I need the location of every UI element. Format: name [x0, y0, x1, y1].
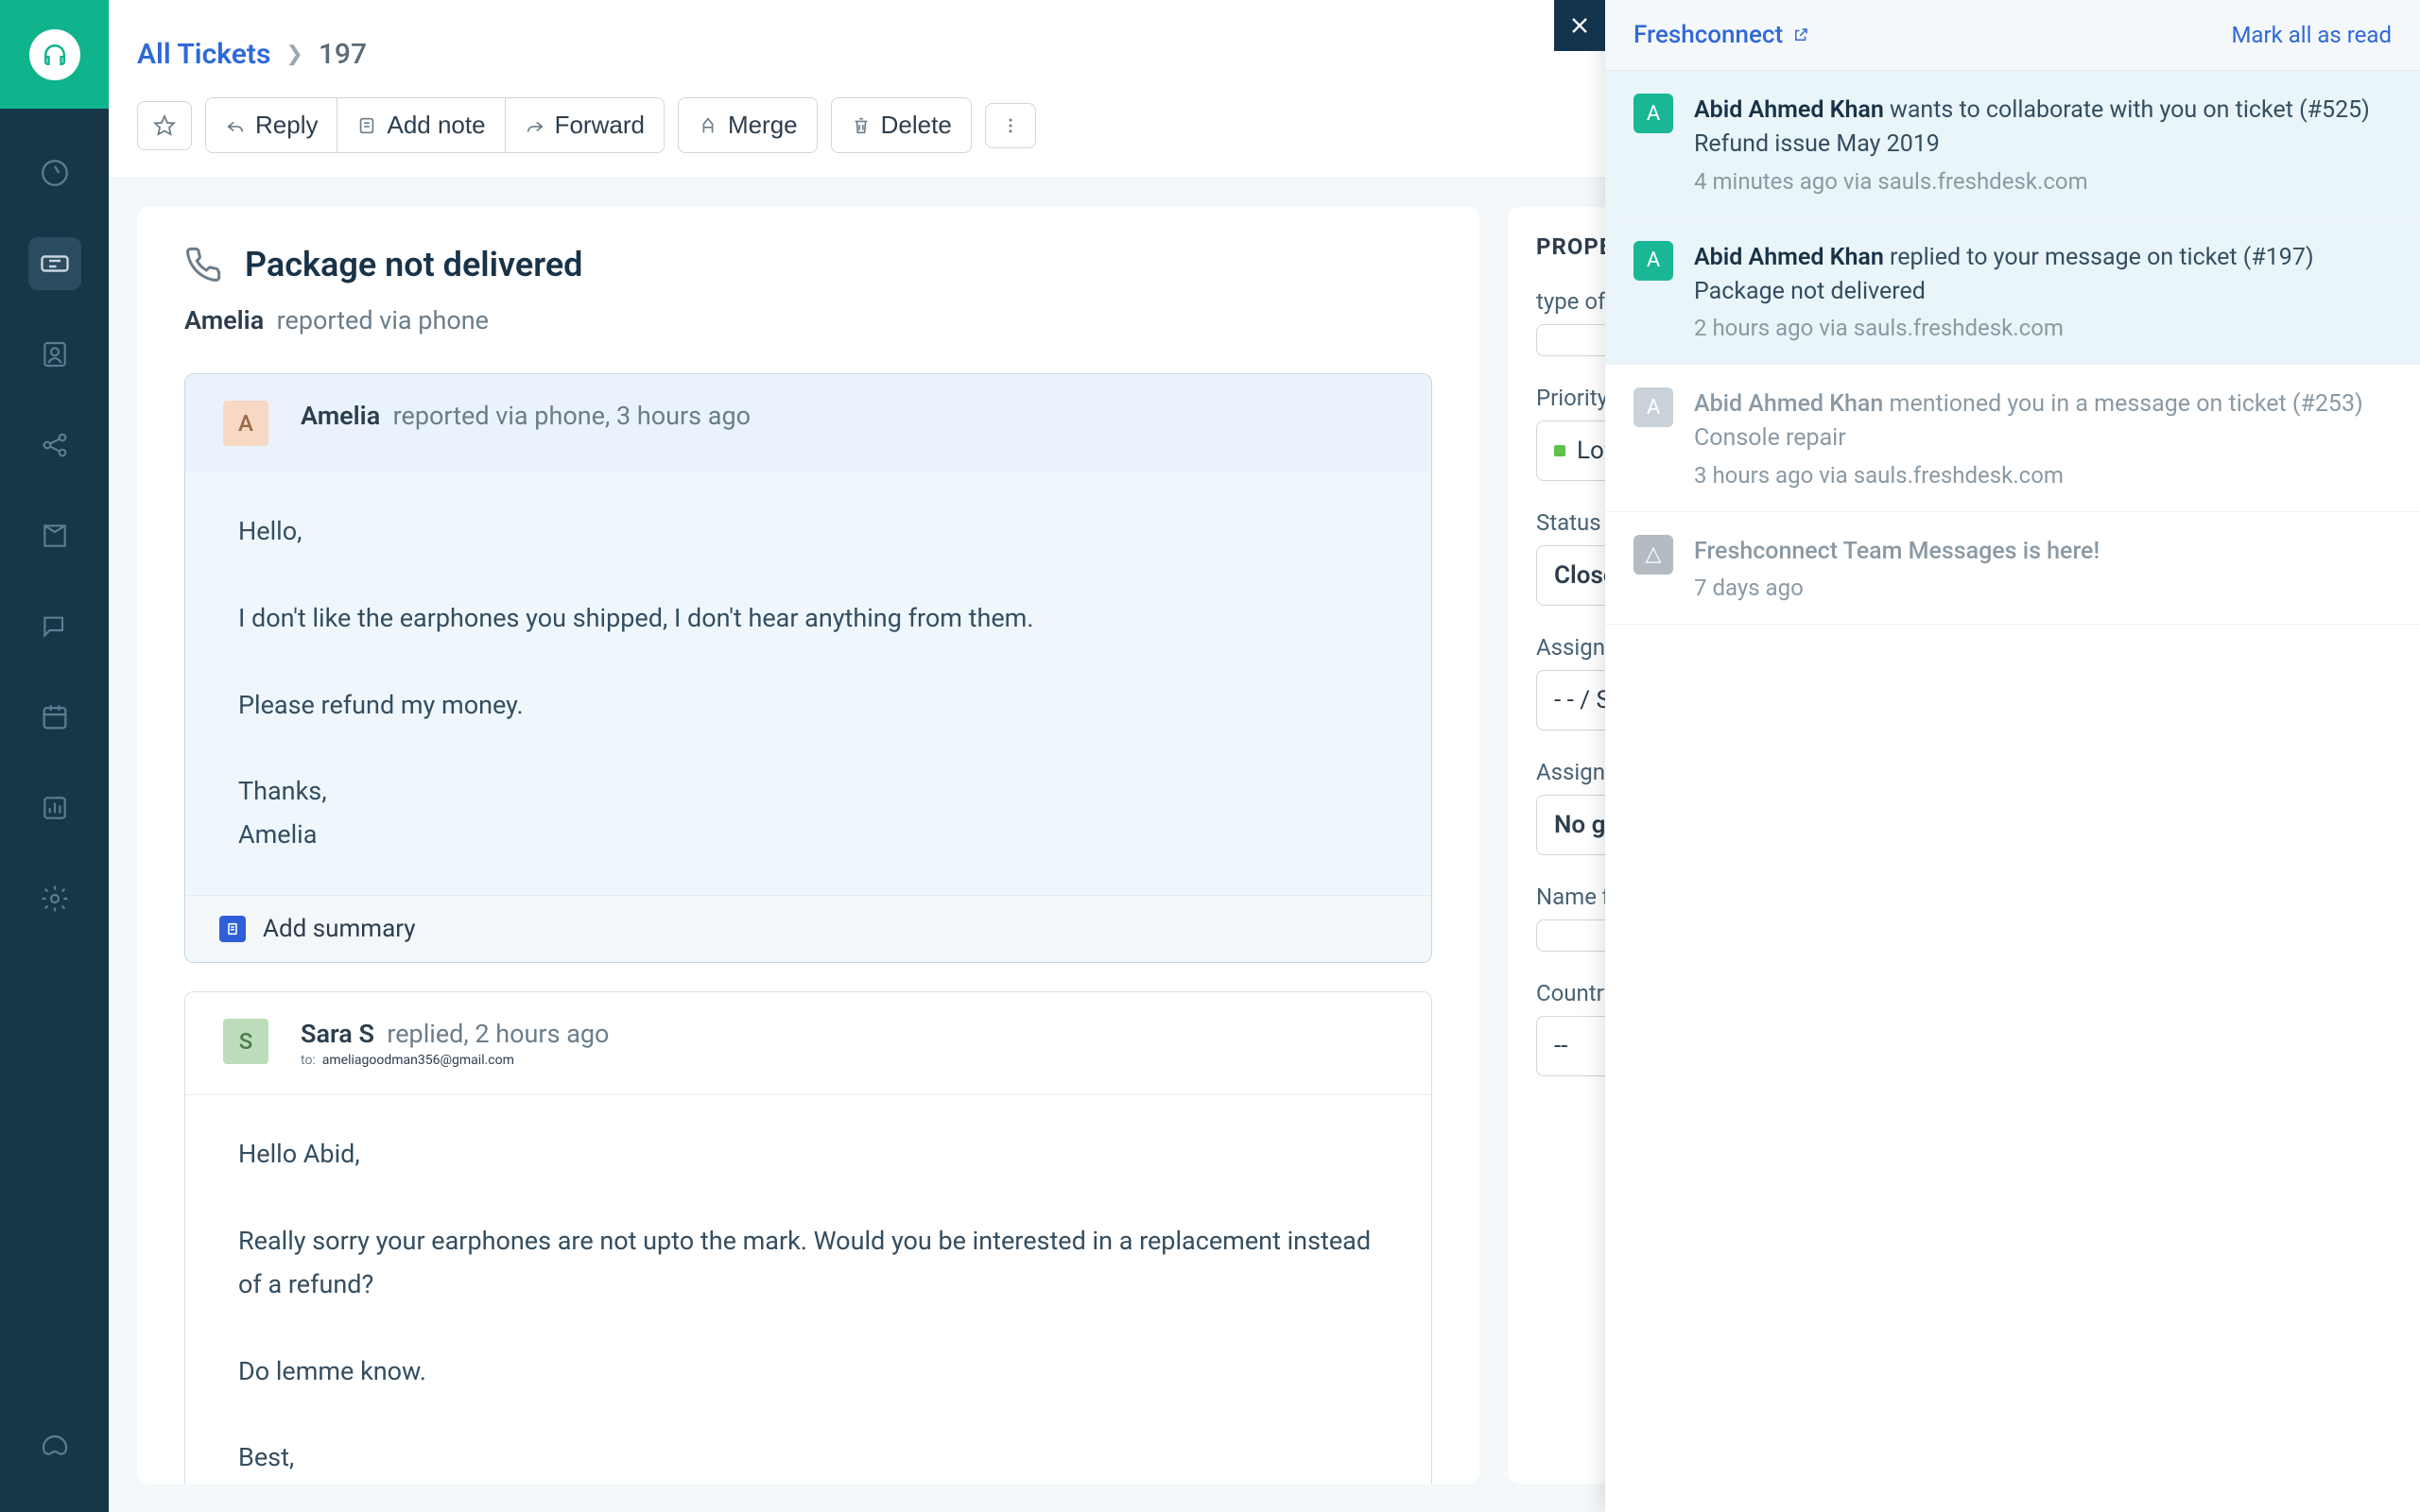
more-button[interactable] — [985, 103, 1036, 148]
nav-schedule[interactable] — [28, 691, 81, 744]
nav-freshworks[interactable] — [28, 1421, 81, 1474]
notification-item[interactable]: A Abid Ahmed Khan wants to collaborate w… — [1605, 71, 2420, 218]
forward-label: Forward — [555, 111, 645, 140]
message-card: A Amelia reported via phone, 3 hours ago… — [184, 373, 1432, 963]
sidebar — [0, 0, 109, 1512]
delete-label: Delete — [881, 111, 952, 140]
notification-text: Freshconnect Team Messages is here! — [1694, 535, 2100, 569]
reply-button[interactable]: Reply — [206, 98, 337, 152]
external-link-icon — [1792, 26, 1809, 43]
notification-meta: 7 days ago — [1694, 575, 2100, 601]
notification-meta: 3 hours ago via sauls.freshdesk.com — [1694, 462, 2392, 489]
forward-icon — [525, 115, 545, 136]
add-note-button[interactable]: Add note — [337, 98, 505, 152]
breadcrumb-ticket-id: 197 — [319, 38, 367, 71]
star-button[interactable] — [137, 101, 192, 150]
merge-button[interactable]: Merge — [678, 97, 818, 153]
add-summary-button[interactable]: Add summary — [185, 895, 1431, 962]
notification-item[interactable]: △ Freshconnect Team Messages is here! 7 … — [1605, 512, 2420, 625]
document-icon — [219, 916, 246, 942]
nav-admin[interactable] — [28, 872, 81, 925]
notification-list: A Abid Ahmed Khan wants to collaborate w… — [1605, 71, 2420, 1512]
merge-label: Merge — [728, 111, 798, 140]
nav-dashboard[interactable] — [28, 146, 81, 199]
ticket-title: Package not delivered — [245, 245, 582, 284]
notification-avatar: A — [1634, 94, 1673, 133]
notification-avatar: A — [1634, 387, 1673, 427]
nav-forums[interactable] — [28, 600, 81, 653]
nav-social[interactable] — [28, 419, 81, 472]
reporter-via: reported via phone — [277, 305, 489, 335]
notification-title[interactable]: Freshconnect — [1634, 21, 1809, 49]
dots-vertical-icon — [1001, 116, 1020, 135]
notification-avatar: △ — [1634, 535, 1673, 575]
phone-icon — [184, 246, 222, 284]
add-summary-label: Add summary — [263, 915, 416, 943]
notification-text: Abid Ahmed Khan replied to your message … — [1694, 241, 2392, 310]
nav-reports[interactable] — [28, 782, 81, 834]
star-icon — [153, 114, 176, 137]
message-meta: replied, 2 hours ago — [387, 1019, 609, 1049]
forward-button[interactable]: Forward — [506, 98, 664, 152]
message-meta: reported via phone, 3 hours ago — [393, 401, 751, 431]
avatar: A — [223, 401, 268, 446]
add-note-label: Add note — [387, 111, 485, 140]
close-icon — [1568, 14, 1591, 37]
breadcrumb-all-tickets[interactable]: All Tickets — [137, 38, 270, 71]
message-body: Hello Abid, Really sorry your earphones … — [185, 1095, 1431, 1484]
notification-panel: Freshconnect Mark all as read A Abid Ahm… — [1605, 0, 2420, 1512]
notification-meta: 2 hours ago via sauls.freshdesk.com — [1694, 315, 2392, 341]
notification-text: Abid Ahmed Khan mentioned you in a messa… — [1694, 387, 2392, 456]
main-content: All Tickets ❯ 197 Reply Add note Forward… — [109, 0, 2420, 1512]
nav-contacts[interactable] — [28, 328, 81, 381]
note-icon — [356, 115, 377, 136]
nav-tickets[interactable] — [28, 237, 81, 290]
ticket-reporter: Amelia reported via phone — [184, 305, 1432, 335]
reply-label: Reply — [255, 111, 318, 140]
nav-solutions[interactable] — [28, 509, 81, 562]
avatar: S — [223, 1019, 268, 1064]
close-button[interactable] — [1554, 0, 1605, 51]
message-author: Sara S — [301, 1019, 374, 1049]
ticket-conversation: Package not delivered Amelia reported vi… — [137, 207, 1479, 1484]
message-to: to: ameliagoodman356@gmail.com — [301, 1053, 609, 1068]
trash-icon — [851, 115, 872, 136]
notification-meta: 4 minutes ago via sauls.freshdesk.com — [1694, 168, 2392, 195]
notification-avatar: A — [1634, 241, 1673, 281]
merge-icon — [698, 115, 718, 136]
notification-item[interactable]: A Abid Ahmed Khan replied to your messag… — [1605, 218, 2420, 366]
priority-low-icon — [1554, 445, 1565, 456]
notification-item[interactable]: A Abid Ahmed Khan mentioned you in a mes… — [1605, 365, 2420, 512]
delete-button[interactable]: Delete — [831, 97, 972, 153]
message-body: Hello, I don't like the earphones you sh… — [185, 472, 1431, 895]
message-card: S Sara S replied, 2 hours ago to: amelia… — [184, 991, 1432, 1484]
message-author: Amelia — [301, 401, 380, 431]
chevron-right-icon: ❯ — [285, 43, 302, 66]
reporter-name: Amelia — [184, 305, 264, 335]
app-logo[interactable] — [0, 0, 109, 109]
reply-icon — [225, 115, 246, 136]
mark-all-read[interactable]: Mark all as read — [2231, 22, 2392, 48]
notification-text: Abid Ahmed Khan wants to collaborate wit… — [1694, 94, 2392, 163]
